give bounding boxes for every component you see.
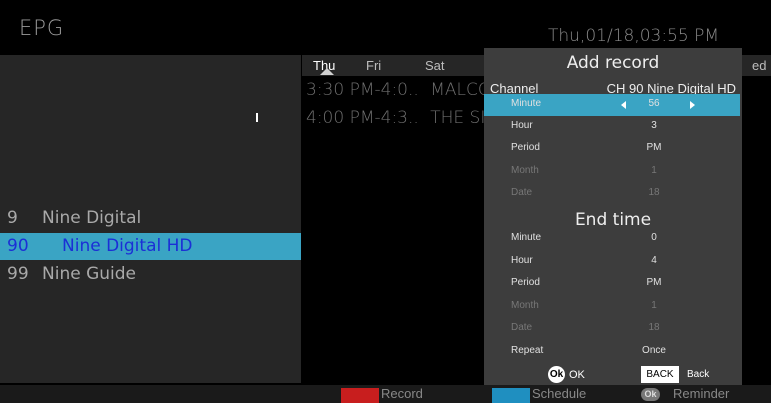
channel-row-99[interactable]: 99 Nine Guide [0, 261, 301, 288]
field-value: 18 [648, 187, 660, 198]
field-label: Month [511, 300, 539, 311]
tab-fri[interactable]: Fri [366, 58, 381, 73]
field-value: 4 [651, 255, 657, 266]
end-period-row[interactable]: Period PM [484, 273, 742, 295]
start-date-row: Date 18 [484, 183, 742, 205]
program-name: MALCO [430, 80, 492, 100]
ok-key-icon: Ok [641, 388, 660, 401]
back-button-label[interactable]: Back [687, 369, 709, 380]
channel-name: Nine Digital [42, 208, 142, 228]
field-label: Period [511, 277, 540, 288]
page-title: EPG [19, 16, 65, 40]
end-hour-row[interactable]: Hour 4 [484, 251, 742, 273]
field-label: Minute [511, 98, 542, 109]
end-time-heading: End time [574, 210, 652, 230]
program-item[interactable]: 4:00 PM-4:3.. THE SI [306, 108, 485, 128]
record-label[interactable]: Record [381, 385, 423, 403]
end-minute-row[interactable]: Minute 0 [484, 228, 742, 250]
field-value: 56 [648, 98, 660, 109]
schedule-label[interactable]: Schedule [532, 385, 586, 403]
program-time: 4:00 PM-4:3.. [306, 108, 419, 128]
channel-row-90[interactable]: 90 Nine Digital HD [0, 233, 301, 260]
ok-button-icon[interactable]: Ok [548, 366, 565, 383]
start-month-row: Month 1 [484, 161, 742, 183]
field-value: PM [646, 142, 662, 153]
field-value: 0 [651, 232, 657, 243]
field-label: Minute [511, 232, 542, 243]
dialog-title: Add record [566, 53, 660, 73]
field-value: 18 [648, 322, 660, 333]
tab-sat[interactable]: Sat [425, 58, 445, 73]
end-date-row: Date 18 [484, 318, 742, 340]
field-label: Repeat [511, 345, 544, 356]
channel-number: 9 [7, 208, 18, 228]
start-minute-row[interactable]: Minute 56 [484, 94, 740, 116]
channel-row-9[interactable]: 9 Nine Digital [0, 205, 301, 232]
field-label: Date [511, 187, 533, 198]
ok-button-label[interactable]: OK [569, 369, 585, 381]
back-button-icon[interactable]: BACK [641, 366, 679, 383]
field-value: 3 [651, 120, 657, 131]
program-name: THE SI [430, 108, 486, 128]
arrow-right-icon[interactable] [690, 101, 695, 109]
schedule-color-key [492, 388, 530, 403]
start-period-row[interactable]: Period PM [484, 138, 742, 160]
field-value: Once [642, 345, 666, 356]
field-value: PM [646, 277, 662, 288]
channel-number: 99 [7, 264, 29, 284]
field-label: Hour [511, 120, 533, 131]
add-record-dialog: Add record Channel CH 90 Nine Digital HD… [484, 48, 742, 385]
start-hour-row[interactable]: Hour 3 [484, 116, 742, 138]
field-label: Period [511, 142, 540, 153]
field-label: Hour [511, 255, 533, 266]
end-month-row: Month 1 [484, 296, 742, 318]
tab-wed[interactable]: ed [752, 58, 766, 73]
field-label: Date [511, 322, 533, 333]
repeat-row[interactable]: Repeat Once [484, 341, 742, 363]
datetime: Thu,01/18,03:55 PM [548, 26, 720, 46]
field-value: 1 [651, 300, 657, 311]
arrow-left-icon[interactable] [621, 101, 626, 109]
field-label: Month [511, 165, 539, 176]
program-item[interactable]: 3:30 PM-4:0.. MALCO [306, 80, 491, 100]
channel-name: Nine Guide [42, 264, 136, 284]
footer-legend: Record Schedule Ok Reminder [0, 385, 771, 403]
channel-name: Nine Digital HD [62, 236, 193, 256]
record-color-key [341, 388, 379, 403]
day-selector-arrow [320, 68, 334, 75]
field-value: 1 [651, 165, 657, 176]
reminder-label[interactable]: Reminder [673, 385, 729, 403]
channel-list: 9 Nine Digital 90 Nine Digital HD 99 Nin… [0, 55, 301, 383]
program-time: 3:30 PM-4:0.. [306, 80, 419, 100]
selection-edge [256, 113, 258, 122]
channel-number: 90 [7, 236, 29, 256]
